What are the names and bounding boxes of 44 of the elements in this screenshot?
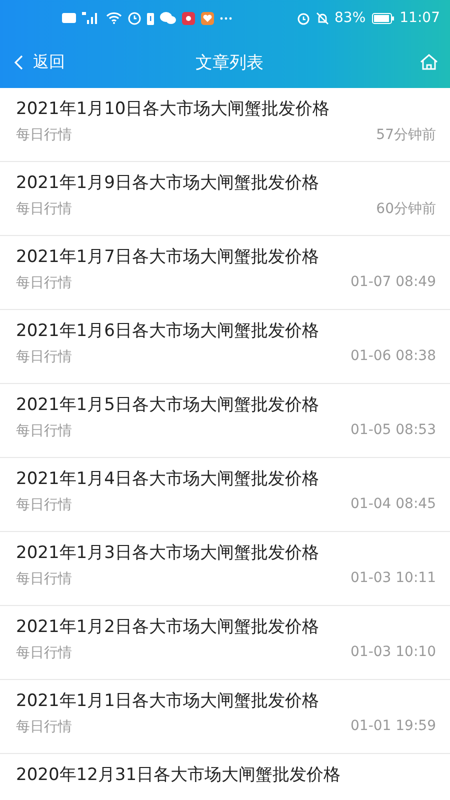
article-category: 每日行情 — [16, 126, 72, 144]
article-time: 60分钟前 — [376, 200, 436, 218]
article-time: 01-04 08:45 — [350, 496, 436, 514]
chat-icon — [160, 12, 176, 24]
article-time: 01-03 10:11 — [350, 570, 436, 588]
signal-icon — [82, 12, 100, 24]
article-time: 01-07 08:49 — [350, 274, 436, 292]
article-time: 01-01 19:59 — [350, 718, 436, 736]
article-category: 每日行情 — [16, 496, 72, 514]
article-time: 01-05 08:53 — [350, 422, 436, 440]
article-item[interactable]: 2020年12月31日各大市场大闸蟹批发价格 — [0, 754, 450, 800]
article-item[interactable]: 2021年1月7日各大市场大闸蟹批发价格 每日行情 01-07 08:49 — [0, 236, 450, 310]
article-item[interactable]: 2021年1月9日各大市场大闸蟹批发价格 每日行情 60分钟前 — [0, 162, 450, 236]
home-icon[interactable] — [420, 54, 438, 70]
app-icon — [182, 12, 195, 24]
battery-alert-icon — [147, 12, 154, 24]
article-item[interactable]: 2021年1月4日各大市场大闸蟹批发价格 每日行情 01-04 08:45 — [0, 458, 450, 532]
wifi-icon — [106, 12, 122, 24]
article-item[interactable]: 2021年1月2日各大市场大闸蟹批发价格 每日行情 01-03 10:10 — [0, 606, 450, 680]
article-time: 57分钟前 — [376, 126, 436, 144]
article-item[interactable]: 2021年1月6日各大市场大闸蟹批发价格 每日行情 01-06 08:38 — [0, 310, 450, 384]
alarm-icon — [296, 12, 310, 24]
article-category: 每日行情 — [16, 422, 72, 440]
article-category: 每日行情 — [16, 348, 72, 366]
article-category: 每日行情 — [16, 200, 72, 218]
article-category: 每日行情 — [16, 644, 72, 662]
article-item[interactable]: 2021年1月3日各大市场大闸蟹批发价格 每日行情 01-03 10:11 — [0, 532, 450, 606]
chevron-left-icon — [14, 54, 23, 70]
article-category: 每日行情 — [16, 274, 72, 292]
battery-percent: 83% — [334, 10, 366, 26]
article-time: 01-03 10:10 — [350, 644, 436, 662]
article-category: 每日行情 — [16, 718, 72, 736]
heart-icon — [201, 12, 214, 24]
mute-icon — [316, 12, 329, 24]
clock-icon — [128, 12, 141, 24]
clock-time: 11:07 — [400, 10, 440, 26]
article-category: 每日行情 — [16, 570, 72, 588]
article-item[interactable]: 2021年1月10日各大市场大闸蟹批发价格 每日行情 57分钟前 — [0, 88, 450, 162]
article-time: 01-06 08:38 — [350, 348, 436, 366]
article-item[interactable]: 2021年1月1日各大市场大闸蟹批发价格 每日行情 01-01 19:59 — [0, 680, 450, 754]
article-item[interactable]: 2021年1月5日各大市场大闸蟹批发价格 每日行情 01-05 08:53 — [0, 384, 450, 458]
page-title: 文章列表 — [194, 52, 264, 74]
battery-icon — [372, 12, 394, 24]
more-icon — [220, 16, 232, 20]
